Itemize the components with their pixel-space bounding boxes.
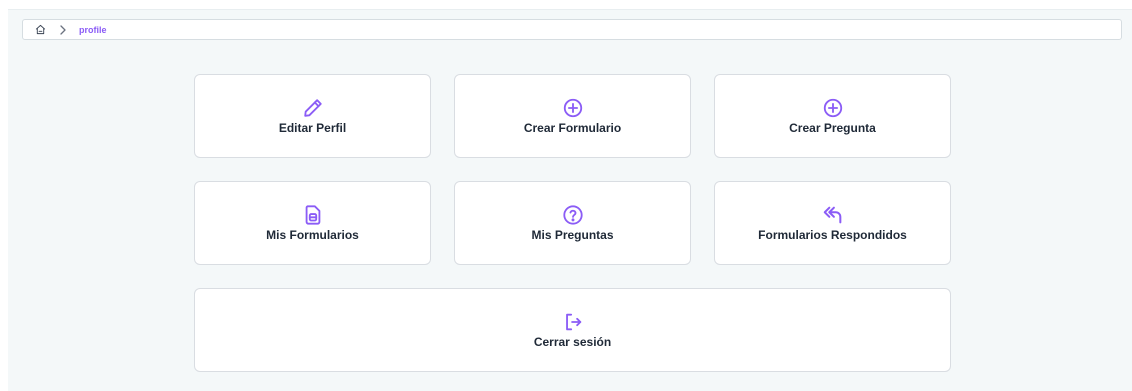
pencil-icon [302, 97, 324, 119]
logout-icon [562, 311, 584, 333]
reply-all-icon [822, 204, 844, 226]
edit-profile-label: Editar Perfil [278, 121, 347, 135]
my-forms-card[interactable]: Mis Formularios [194, 181, 431, 265]
logout-label: Cerrar sesión [533, 335, 612, 349]
create-question-card[interactable]: Crear Pregunta [714, 74, 951, 158]
my-forms-label: Mis Formularios [266, 228, 359, 242]
logout-card[interactable]: Cerrar sesión [194, 288, 951, 372]
plus-circle-icon [822, 97, 844, 119]
create-form-card[interactable]: Crear Formulario [454, 74, 691, 158]
chevron-right-icon [59, 24, 67, 35]
plus-circle-icon [562, 97, 584, 119]
my-questions-card[interactable]: Mis Preguntas [454, 181, 691, 265]
breadcrumb: profile [22, 19, 1122, 40]
answered-forms-card[interactable]: Formularios Respondidos [714, 181, 951, 265]
question-circle-icon [562, 204, 584, 226]
my-questions-label: Mis Preguntas [531, 228, 614, 242]
edit-profile-card[interactable]: Editar Perfil [194, 74, 431, 158]
breadcrumb-current[interactable]: profile [79, 25, 107, 35]
answered-forms-label: Formularios Respondidos [758, 228, 907, 242]
document-icon [302, 204, 324, 226]
create-form-label: Crear Formulario [523, 121, 622, 135]
create-question-label: Crear Pregunta [789, 121, 876, 135]
page-background: profile Editar Perfil Crear Formulario C… [8, 9, 1132, 391]
home-icon[interactable] [35, 24, 46, 35]
